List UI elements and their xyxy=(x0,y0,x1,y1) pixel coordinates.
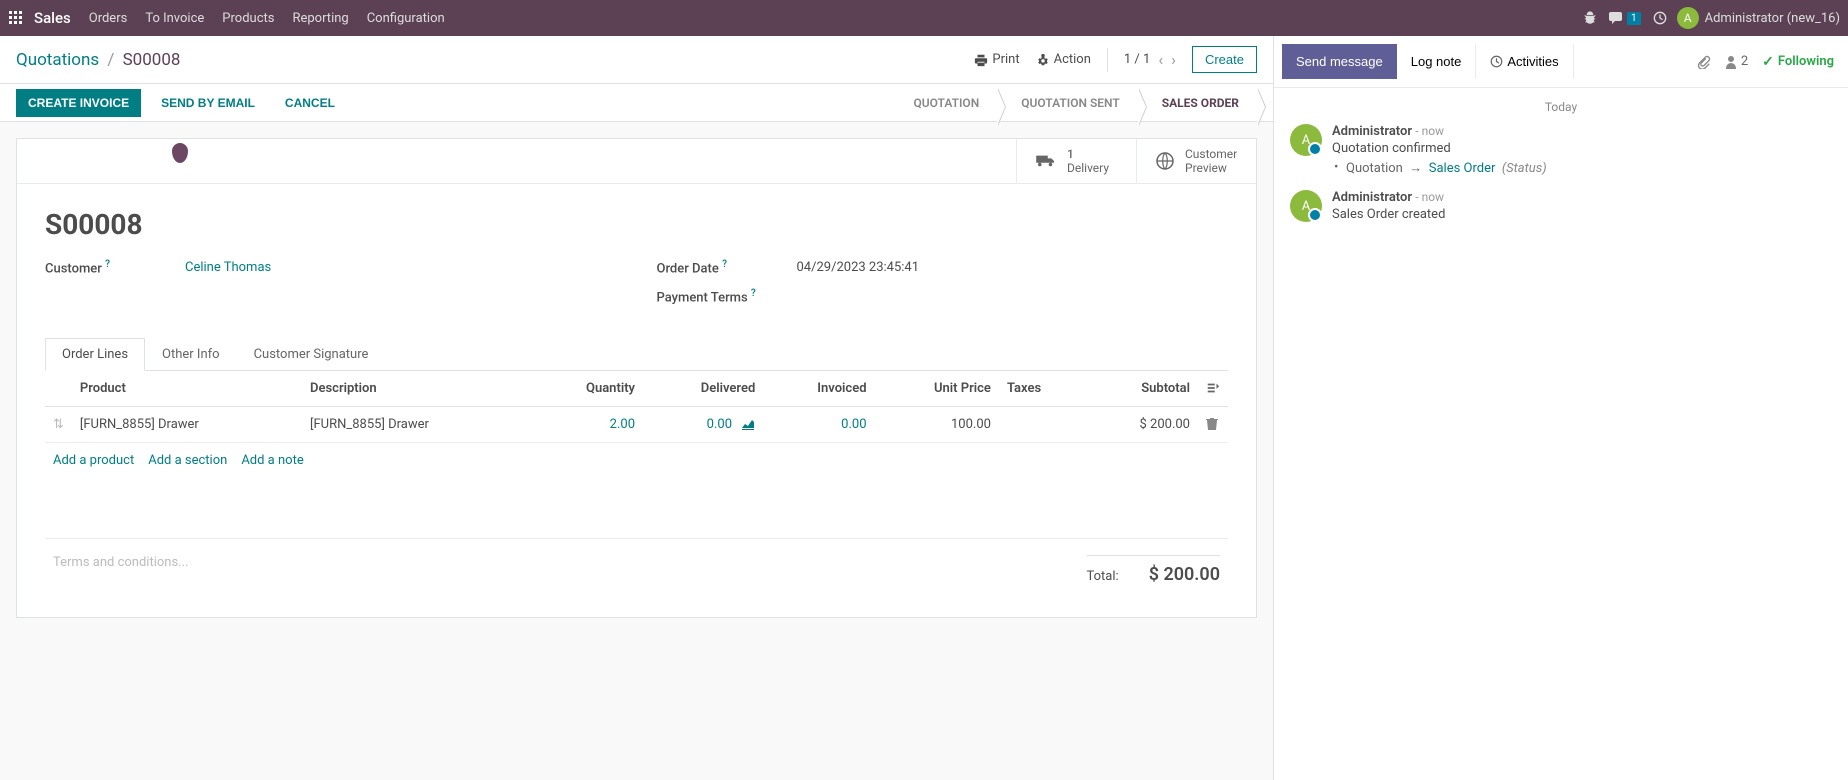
pager-prev[interactable]: ‹ xyxy=(1158,50,1163,69)
send-by-email-button[interactable]: SEND BY EMAIL xyxy=(149,89,267,117)
line-unit-price[interactable]: 100.00 xyxy=(875,406,999,442)
order-date-value[interactable]: 04/29/2023 23:45:41 xyxy=(797,260,920,275)
delivery-button-box[interactable]: 1 Delivery xyxy=(1016,139,1136,183)
pager: 1 / 1 ‹ › xyxy=(1124,50,1176,69)
message-time: - now xyxy=(1415,190,1444,204)
messaging-icon[interactable]: 1 xyxy=(1609,11,1641,25)
pager-next[interactable]: › xyxy=(1171,50,1176,69)
message-tracking: Quotation → Sales Order (Status) xyxy=(1332,160,1832,176)
col-delivered[interactable]: Delivered xyxy=(643,371,763,407)
create-invoice-button[interactable]: CREATE INVOICE xyxy=(16,89,141,117)
breadcrumb-current: S00008 xyxy=(123,50,181,70)
add-note-link[interactable]: Add a note xyxy=(241,453,303,468)
order-lines-table: Product Description Quantity Delivered I… xyxy=(45,371,1228,443)
line-description[interactable]: [FURN_8855] Drawer xyxy=(302,406,532,442)
cancel-button[interactable]: CANCEL xyxy=(273,89,347,117)
control-panel: Quotations / S00008 Print Action 1 / 1 ‹… xyxy=(0,36,1273,84)
following-button[interactable]: ✓ Following xyxy=(1762,54,1834,70)
app-name[interactable]: Sales xyxy=(34,9,71,27)
status-flow: QUOTATION QUOTATION SENT SALES ORDER xyxy=(889,88,1257,118)
line-actions: Add a product Add a section Add a note xyxy=(45,443,1228,478)
line-quantity[interactable]: 2.00 xyxy=(610,417,635,432)
log-note-button[interactable]: Log note xyxy=(1397,44,1477,79)
customer-value[interactable]: Celine Thomas xyxy=(185,260,271,275)
message-author[interactable]: Administrator xyxy=(1332,190,1412,205)
chatter-header: Send message Log note Activities 2 ✓ Fol… xyxy=(1274,36,1848,88)
line-invoiced[interactable]: 0.00 xyxy=(841,417,866,432)
add-product-link[interactable]: Add a product xyxy=(53,453,134,468)
col-subtotal[interactable]: Subtotal xyxy=(1085,371,1198,407)
message-text: Sales Order created xyxy=(1332,207,1832,222)
status-step-sales-order[interactable]: SALES ORDER xyxy=(1138,88,1257,118)
menu-products[interactable]: Products xyxy=(222,11,274,26)
message-time: - now xyxy=(1415,124,1444,138)
col-invoiced[interactable]: Invoiced xyxy=(763,371,874,407)
chatter-message: A Administrator - now Quotation confirme… xyxy=(1290,124,1832,176)
debug-icon[interactable] xyxy=(1583,11,1597,25)
breadcrumb: Quotations / S00008 xyxy=(16,50,180,70)
chatter-message: A Administrator - now Sales Order create… xyxy=(1290,190,1832,222)
line-subtotal: $ 200.00 xyxy=(1085,406,1198,442)
menu-orders[interactable]: Orders xyxy=(89,11,128,26)
action-button[interactable]: Action xyxy=(1036,52,1091,67)
line-taxes[interactable] xyxy=(999,406,1085,442)
chatter: Send message Log note Activities 2 ✓ Fol… xyxy=(1273,36,1848,780)
customer-label: Customer ? xyxy=(45,259,185,276)
activities-icon[interactable] xyxy=(1653,11,1667,25)
col-description[interactable]: Description xyxy=(302,371,532,407)
customer-preview-button-box[interactable]: Customer Preview xyxy=(1136,139,1256,183)
menu-to-invoice[interactable]: To Invoice xyxy=(145,11,204,26)
line-delivered[interactable]: 0.00 xyxy=(707,417,732,432)
message-author[interactable]: Administrator xyxy=(1332,124,1412,139)
col-unit-price[interactable]: Unit Price xyxy=(875,371,999,407)
menu-configuration[interactable]: Configuration xyxy=(367,11,445,26)
message-avatar[interactable]: A xyxy=(1290,124,1322,156)
print-button[interactable]: Print xyxy=(974,52,1019,67)
col-product[interactable]: Product xyxy=(72,371,302,407)
apps-icon[interactable] xyxy=(8,10,24,26)
document-title: S00008 xyxy=(45,208,1228,241)
totals: Total: $ 200.00 xyxy=(1087,555,1220,585)
col-quantity[interactable]: Quantity xyxy=(532,371,643,407)
user-avatar[interactable]: A xyxy=(1677,7,1699,29)
line-product[interactable]: [FURN_8855] Drawer xyxy=(72,406,302,442)
chat-badge: 1 xyxy=(1627,12,1641,25)
globe-icon xyxy=(1155,151,1175,171)
chart-icon[interactable] xyxy=(741,418,755,430)
top-nav-bar: Sales Orders To Invoice Products Reporti… xyxy=(0,0,1848,36)
user-name[interactable]: Administrator (new_16) xyxy=(1705,11,1840,26)
status-step-quotation-sent[interactable]: QUOTATION SENT xyxy=(997,88,1138,118)
col-options-icon[interactable] xyxy=(1198,371,1228,407)
chatter-date-group: Today xyxy=(1290,100,1832,114)
form-sheet: 1 Delivery Customer Preview xyxy=(16,138,1257,618)
breadcrumb-parent[interactable]: Quotations xyxy=(16,50,99,70)
order-date-label: Order Date ? xyxy=(657,259,797,276)
drag-handle-icon[interactable]: ⇅ xyxy=(53,417,64,432)
total-label: Total: xyxy=(1087,569,1119,584)
terms-input[interactable]: Terms and conditions... xyxy=(53,555,188,570)
status-step-quotation[interactable]: QUOTATION xyxy=(889,88,997,118)
menu-reporting[interactable]: Reporting xyxy=(292,11,348,26)
message-text: Quotation confirmed xyxy=(1332,141,1832,156)
followers-count[interactable]: 2 xyxy=(1725,54,1748,69)
table-row[interactable]: ⇅ [FURN_8855] Drawer [FURN_8855] Drawer … xyxy=(45,406,1228,442)
send-message-button[interactable]: Send message xyxy=(1282,44,1397,79)
truck-icon xyxy=(1035,153,1057,169)
status-bar: CREATE INVOICE SEND BY EMAIL CANCEL QUOT… xyxy=(0,84,1273,122)
tab-customer-signature[interactable]: Customer Signature xyxy=(237,338,386,371)
tabs: Order Lines Other Info Customer Signatur… xyxy=(45,338,1228,371)
tab-other-info[interactable]: Other Info xyxy=(145,338,237,371)
payment-terms-label: Payment Terms ? xyxy=(657,288,797,305)
delete-line-icon[interactable] xyxy=(1198,406,1228,442)
tab-order-lines[interactable]: Order Lines xyxy=(45,338,145,371)
attachment-icon[interactable] xyxy=(1697,55,1711,69)
message-avatar[interactable]: A xyxy=(1290,190,1322,222)
add-section-link[interactable]: Add a section xyxy=(148,453,227,468)
activities-button[interactable]: Activities xyxy=(1476,44,1573,79)
create-button[interactable]: Create xyxy=(1192,46,1257,73)
total-amount: $ 200.00 xyxy=(1149,564,1220,585)
col-taxes[interactable]: Taxes xyxy=(999,371,1085,407)
